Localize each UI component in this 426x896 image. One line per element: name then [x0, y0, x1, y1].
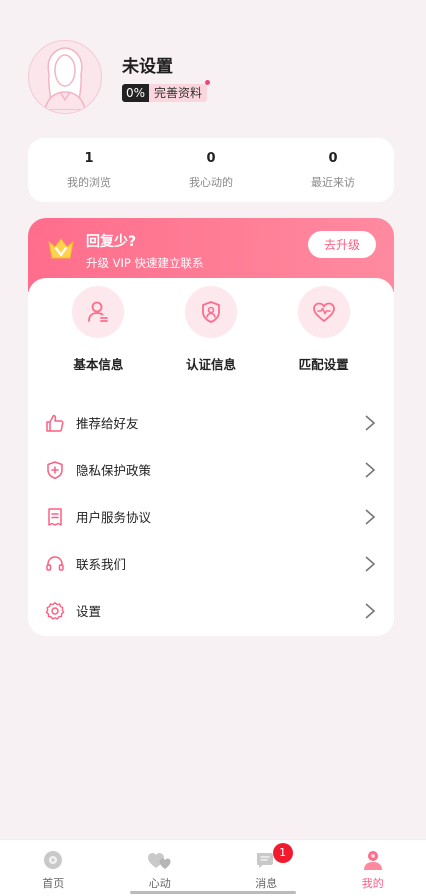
card-body: 基本信息 认证信息 匹配设置 推荐给好友 隐私保护政策 用户服务协议 联系我们 … [28, 278, 394, 636]
avatar-placeholder-icon [44, 47, 86, 110]
chevron-right-icon [365, 555, 376, 572]
headset-icon [44, 553, 66, 575]
menu-item-label: 联系我们 [76, 557, 127, 572]
avatar[interactable] [28, 40, 102, 114]
stat-label: 最近来访 [311, 176, 355, 189]
menu-item-contact-us[interactable]: 联系我们 [28, 540, 394, 587]
menu-item-label: 用户服务协议 [76, 510, 152, 525]
shield-plus-icon [44, 459, 66, 481]
quick-action-circle [297, 286, 350, 338]
upgrade-button[interactable]: 去升级 [307, 231, 376, 258]
vip-subtitle: 升级 VIP 快速建立联系 [86, 256, 204, 270]
nav-label: 心动 [148, 877, 171, 890]
quick-action-basic-info[interactable]: 基本信息 [48, 286, 148, 373]
nickname: 未设置 [122, 57, 173, 77]
stat-value: 0 [206, 151, 216, 166]
nav-item-mine[interactable]: 我的 [320, 840, 426, 896]
person-edit-icon [88, 301, 109, 322]
profile-info: 未设置 0% 完善资料 [122, 52, 211, 102]
menu-item-label: 推荐给好友 [76, 416, 139, 431]
complete-profile-label: 完善资料 [149, 84, 208, 102]
stat-browsed[interactable]: 1 我的浏览 [28, 138, 150, 202]
settings-menu: 推荐给好友 隐私保护政策 用户服务协议 联系我们 设置 [28, 399, 394, 634]
nav-item-messages[interactable]: 1 消息 [213, 840, 320, 896]
menu-item-settings[interactable]: 设置 [28, 587, 394, 634]
quick-action-match-settings[interactable]: 匹配设置 [274, 286, 374, 373]
nav-label: 我的 [361, 877, 384, 890]
profile-header: 未设置 0% 完善资料 [28, 40, 211, 114]
menu-item-privacy-policy[interactable]: 隐私保护政策 [28, 446, 394, 493]
thumbs-up-icon [44, 412, 66, 434]
nav-item-home[interactable]: 首页 [0, 840, 107, 896]
chevron-right-icon [365, 461, 376, 478]
vip-crown-icon [48, 238, 74, 259]
document-icon [44, 506, 66, 528]
stat-label: 我的浏览 [67, 176, 111, 189]
profile-page: 未设置 0% 完善资料 1 我的浏览 0 我心动的 0 最近来访 回复少? 升级… [0, 0, 426, 896]
complete-profile-link[interactable]: 0% 完善资料 [122, 80, 211, 102]
stats-card: 1 我的浏览 0 我心动的 0 最近来访 [28, 138, 394, 202]
quick-action-circle [72, 286, 125, 338]
main-card: 回复少? 升级 VIP 快速建立联系 去升级 基本信息 认证信息 匹配设置 推荐… [28, 218, 394, 636]
profile-icon [363, 851, 382, 870]
quick-action-label: 认证信息 [185, 357, 236, 372]
shield-verify-icon [202, 301, 220, 323]
stat-label: 我心动的 [189, 176, 233, 189]
bottom-nav: 首页 心动 1 消息 我的 [0, 839, 426, 896]
nav-label: 首页 [42, 877, 65, 890]
heart-match-icon [312, 302, 335, 322]
chevron-right-icon [365, 602, 376, 619]
unread-badge: 1 [272, 843, 293, 863]
quick-action-circle [184, 286, 237, 338]
menu-item-label: 隐私保护政策 [76, 463, 152, 478]
vip-text: 回复少? 升级 VIP 快速建立联系 [86, 231, 204, 271]
menu-item-user-agreement[interactable]: 用户服务协议 [28, 493, 394, 540]
nav-item-likes[interactable]: 心动 [107, 840, 214, 896]
notification-dot [205, 80, 211, 85]
stat-value: 0 [328, 151, 338, 166]
quick-action-label: 匹配设置 [298, 357, 349, 372]
stat-value: 1 [84, 151, 94, 166]
menu-item-label: 设置 [76, 604, 102, 619]
menu-item-recommend[interactable]: 推荐给好友 [28, 399, 394, 446]
completion-percent-badge: 0% [122, 84, 150, 102]
quick-action-verification[interactable]: 认证信息 [161, 286, 261, 373]
gear-icon [44, 600, 66, 622]
vip-title: 回复少? [86, 234, 137, 250]
home-icon [44, 851, 63, 869]
quick-actions: 基本信息 认证信息 匹配设置 [28, 278, 394, 373]
chevron-right-icon [365, 508, 376, 525]
stat-liked[interactable]: 0 我心动的 [150, 138, 272, 202]
home-indicator [130, 891, 296, 894]
stat-visitors[interactable]: 0 最近来访 [272, 138, 394, 202]
nav-label: 消息 [255, 877, 278, 890]
quick-action-label: 基本信息 [73, 357, 124, 372]
chevron-right-icon [365, 414, 376, 431]
hearts-icon [147, 853, 171, 869]
